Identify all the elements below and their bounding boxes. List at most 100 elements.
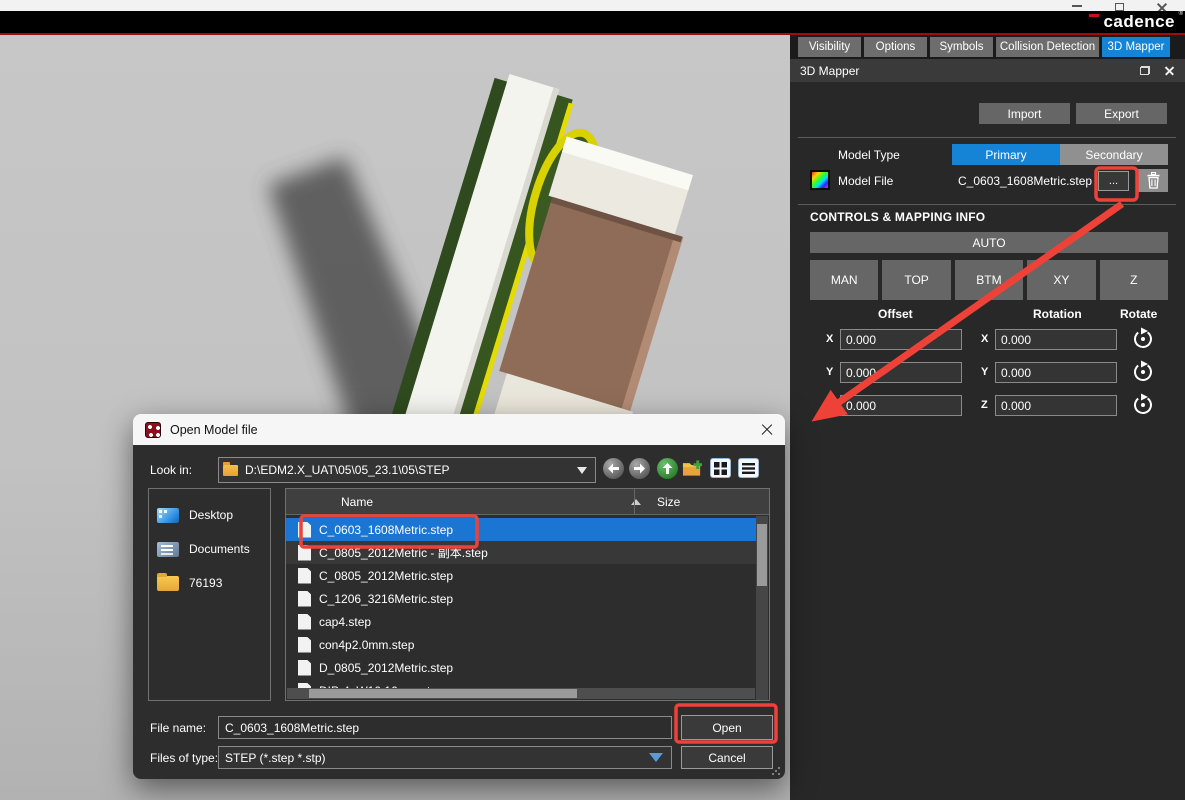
model-type-secondary[interactable]: Secondary [1060,144,1168,165]
rotation-y-label: Y [981,366,988,378]
place-label: 76193 [189,576,222,590]
file-name: C_0603_1608Metric.step [319,523,453,537]
float-panel-icon[interactable] [1140,66,1150,75]
rotation-header: Rotation [1033,307,1082,321]
offset-z-label: Z [826,399,833,411]
new-folder-icon[interactable] [682,458,703,479]
file-row[interactable]: C_0805_2012Metric.step [286,564,756,587]
tab-symbols[interactable]: Symbols [930,37,993,57]
column-name[interactable]: Name [341,495,373,509]
close-panel-icon[interactable] [1164,65,1175,76]
file-name: C_0805_2012Metric.step [319,569,453,583]
open-button[interactable]: Open [681,715,773,740]
file-icon [298,545,311,561]
file-name-input[interactable] [218,716,672,739]
look-in-path: D:\EDM2.X_UAT\05\05_23.1\05\STEP [245,463,450,477]
scrollbar-thumb[interactable] [757,524,767,586]
y-axis-row: Y Y [790,362,1185,384]
tab-options[interactable]: Options [864,37,927,57]
cadence-logo: cadence [1103,12,1175,32]
look-in-label: Look in: [150,463,192,477]
rotation-z-label: Z [981,399,988,411]
btm-button[interactable]: BTM [955,260,1023,300]
dialog-title: Open Model file [170,423,258,437]
look-in-combobox[interactable]: D:\EDM2.X_UAT\05\05_23.1\05\STEP [218,457,596,483]
forward-icon[interactable] [629,458,650,479]
dialog-close-icon[interactable] [760,423,773,436]
grid-view-icon[interactable] [710,458,731,478]
model-type-primary[interactable]: Primary [952,144,1060,165]
scrollbar-thumb[interactable] [309,689,577,698]
place-documents[interactable]: Documents [157,537,250,561]
list-view-icon[interactable] [738,458,759,478]
browse-model-file-button[interactable]: ... [1098,171,1129,191]
rotate-x-icon[interactable] [1130,327,1156,353]
man-button[interactable]: MAN [810,260,878,300]
cancel-button[interactable]: Cancel [681,746,773,769]
vertical-scrollbar[interactable] [756,516,768,701]
dialog-titlebar[interactable]: Open Model file [133,414,785,445]
z-axis-row: Z Z [790,395,1185,417]
x-axis-row: X X [790,329,1185,351]
file-name: con4p2.0mm.step [319,638,414,652]
file-list-header: Name Size [286,489,769,515]
tab-collision-detection[interactable]: Collision Detection [996,37,1099,57]
right-dock-panel: Visibility Options Symbols Collision Det… [790,35,1185,800]
rotation-x-input[interactable] [995,329,1117,350]
z-button[interactable]: Z [1100,260,1168,300]
model-type-toggle: Primary Secondary [952,144,1168,165]
file-row-selected[interactable]: C_0603_1608Metric.step [286,518,756,541]
file-name: cap4.step [319,615,371,629]
column-size[interactable]: Size [657,495,680,509]
file-row[interactable]: D_0805_2012Metric.step [286,656,756,679]
delete-model-icon[interactable] [1138,169,1168,192]
export-button[interactable]: Export [1076,103,1167,124]
rotate-z-icon[interactable] [1130,393,1156,419]
mode-buttons: MAN TOP BTM XY Z [810,260,1168,300]
maximize-icon[interactable] [1115,3,1124,11]
os-titlebar [0,0,1185,11]
file-name: C_1206_3216Metric.step [319,592,453,606]
folder-icon [157,576,179,591]
cadence-logo-macron [1089,14,1099,17]
import-button[interactable]: Import [979,103,1070,124]
model-file-value: C_0603_1608Metric.step [958,174,1092,188]
files-of-type-combobox[interactable]: STEP (*.step *.stp) [218,746,672,769]
rotate-y-icon[interactable] [1130,360,1156,386]
xy-button[interactable]: XY [1027,260,1095,300]
top-button[interactable]: TOP [882,260,950,300]
chevron-down-icon [577,467,587,474]
file-row[interactable]: cap4.step [286,610,756,633]
back-icon[interactable] [603,458,624,479]
files-of-type-value: STEP (*.step *.stp) [225,751,325,765]
place-folder-76193[interactable]: 76193 [157,571,222,595]
offset-x-input[interactable] [840,329,962,350]
file-name: D_0805_2012Metric.step [319,661,453,675]
offset-y-input[interactable] [840,362,962,383]
file-row[interactable]: C_1206_3216Metric.step [286,587,756,610]
up-one-level-icon[interactable] [657,458,678,479]
tab-visibility[interactable]: Visibility [798,37,861,57]
allegro-app-icon [145,422,161,438]
sort-ascending-icon [631,499,641,505]
rotation-z-input[interactable] [995,395,1117,416]
auto-button[interactable]: AUTO [810,232,1168,253]
place-desktop[interactable]: Desktop [157,503,233,527]
panel-body: Import Export Model Type Primary Seconda… [790,82,1185,800]
file-icon [298,568,311,584]
offset-z-input[interactable] [840,395,962,416]
resize-grip[interactable] [771,766,781,776]
model-color-swatch[interactable] [810,170,830,190]
rotation-y-input[interactable] [995,362,1117,383]
panel-title: 3D Mapper [800,64,859,78]
file-row[interactable]: con4p2.0mm.step [286,633,756,656]
file-row[interactable]: C_0805_2012Metric - 副本.step [286,541,756,564]
minimize-icon[interactable] [1072,5,1082,7]
file-icon [298,614,311,630]
horizontal-scrollbar[interactable] [287,688,755,699]
places-sidebar: Desktop Documents 76193 [148,488,271,701]
file-icon [298,660,311,676]
tab-3d-mapper[interactable]: 3D Mapper [1102,37,1170,57]
model-type-label: Model Type [838,148,900,162]
application-window: cadence ® [0,0,1185,800]
